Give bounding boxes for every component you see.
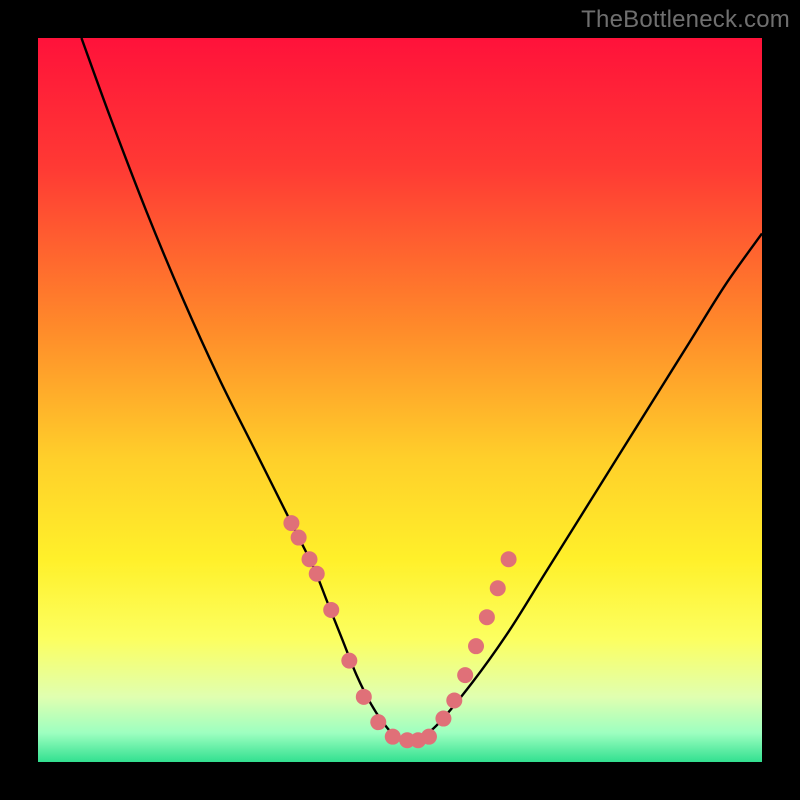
data-point (309, 566, 325, 582)
data-point (457, 667, 473, 683)
data-point (385, 729, 401, 745)
data-point (435, 711, 451, 727)
plot-area (38, 38, 762, 762)
watermark-text: TheBottleneck.com (581, 6, 790, 34)
bottleneck-curve (81, 38, 762, 742)
data-point (323, 602, 339, 618)
data-point (302, 551, 318, 567)
frame: TheBottleneck.com (0, 0, 800, 800)
data-point (370, 714, 386, 730)
data-point (356, 689, 372, 705)
scatter-points (283, 515, 516, 748)
data-point (490, 580, 506, 596)
data-point (446, 692, 462, 708)
data-point (291, 530, 307, 546)
data-point (283, 515, 299, 531)
data-point (341, 653, 357, 669)
chart-svg (38, 38, 762, 762)
data-point (501, 551, 517, 567)
data-point (421, 729, 437, 745)
data-point (468, 638, 484, 654)
data-point (479, 609, 495, 625)
